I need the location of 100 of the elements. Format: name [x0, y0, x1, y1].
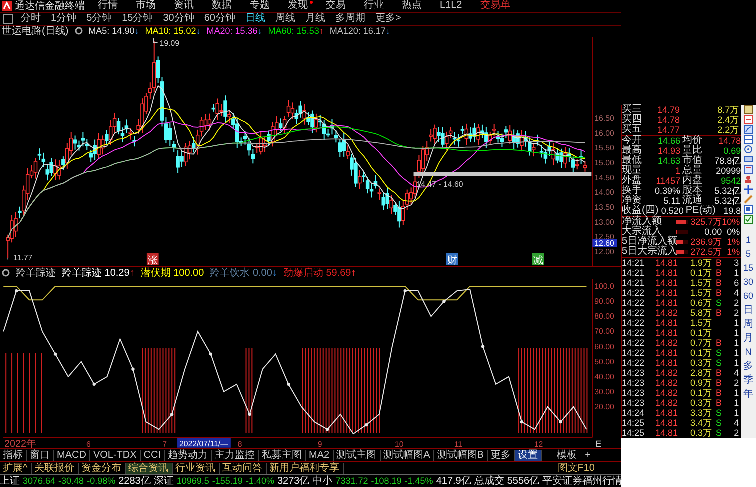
- list-icon[interactable]: [744, 115, 754, 124]
- index-change: -155.19: [212, 476, 243, 486]
- gear-icon[interactable]: [2, 269, 10, 278]
- indicator-tab[interactable]: 趋势动力: [165, 450, 212, 461]
- indicator-tab[interactable]: MACD: [54, 450, 90, 461]
- trade-volume: 2.8万: [689, 368, 712, 378]
- trend-arrow: ↓: [272, 268, 278, 280]
- period-button[interactable]: 周: [744, 318, 754, 331]
- table-icon[interactable]: [744, 135, 754, 144]
- f10-button[interactable]: 图文F10: [558, 461, 595, 475]
- menu-item[interactable]: 热点: [393, 0, 431, 12]
- period-button[interactable]: 季: [744, 374, 754, 387]
- period-tab[interactable]: 5分钟: [82, 14, 118, 24]
- trade-volume: 0.6万: [689, 298, 712, 308]
- template-button[interactable]: +: [581, 450, 595, 461]
- index-value: 3076.64: [23, 476, 56, 486]
- trend-arrow: ↓: [196, 26, 201, 36]
- period-tab[interactable]: 60分钟: [199, 14, 240, 24]
- index-percent: -1.40%: [246, 476, 274, 486]
- indicator-tab[interactable]: VOL-TDX: [90, 450, 141, 461]
- trade-volume: 0.1万: [689, 348, 712, 358]
- period-tab[interactable]: 30分钟: [158, 14, 200, 24]
- trade-count: 2: [733, 308, 740, 318]
- trade-side: S: [714, 348, 723, 358]
- menu-item[interactable]: 行情: [89, 0, 127, 12]
- check-icon[interactable]: [744, 215, 754, 224]
- indicator-tab[interactable]: 测试幅图B: [434, 450, 488, 461]
- trade-side: B: [714, 368, 723, 378]
- menu-item[interactable]: L1L2: [431, 0, 472, 12]
- indicator-tab[interactable]: 测试幅图A: [380, 450, 434, 461]
- period-button[interactable]: 年: [744, 388, 754, 401]
- text-icon[interactable]: [744, 165, 754, 174]
- date-axis-label: 11: [454, 440, 463, 448]
- window-toggle-icon[interactable]: [3, 14, 13, 24]
- period-button[interactable]: 多: [744, 360, 754, 373]
- template-button[interactable]: 模板: [553, 450, 582, 461]
- price-axis-label: 15.00: [594, 158, 614, 168]
- order-volume: 8.7万: [716, 105, 740, 115]
- trade-time: 14:22: [622, 298, 646, 308]
- point: [287, 382, 290, 386]
- indicator-tab[interactable]: MA2: [306, 450, 334, 461]
- period-tab[interactable]: 日线: [240, 14, 270, 24]
- trade-time: 14:22: [622, 338, 646, 348]
- trade-price: 14.81: [654, 278, 678, 288]
- period-button[interactable]: 1: [746, 234, 752, 247]
- period-button[interactable]: 日: [744, 304, 754, 317]
- period-button[interactable]: N: [745, 346, 752, 359]
- menu-item[interactable]: 发现: [279, 0, 317, 12]
- menu-item[interactable]: 行业: [355, 0, 393, 12]
- trade-time: 14:23: [622, 378, 646, 388]
- period-tab[interactable]: 月线: [300, 14, 330, 24]
- frame-icon[interactable]: [744, 205, 754, 214]
- grid-icon[interactable]: [744, 155, 754, 164]
- period-button[interactable]: 5: [746, 248, 752, 261]
- period-tab[interactable]: 1分钟: [46, 14, 82, 24]
- info-tab[interactable]: 综合资讯: [126, 462, 173, 474]
- price-axis-label: 16.50: [594, 114, 614, 123]
- app-name: 通达信金融终端: [15, 0, 85, 12]
- period-button[interactable]: 60: [744, 290, 754, 303]
- indicator-tab[interactable]: 指标: [0, 450, 27, 461]
- window-icon[interactable]: [744, 105, 754, 114]
- indicator-axis-label: 20.00: [594, 402, 614, 412]
- period-tab[interactable]: 15分钟: [117, 14, 158, 24]
- period-button[interactable]: 30: [744, 276, 754, 289]
- period-tab[interactable]: 更多>: [370, 14, 406, 24]
- menu-item[interactable]: 专题: [241, 0, 279, 12]
- period-tab[interactable]: 周线: [270, 14, 300, 24]
- trade-time: 14:25: [622, 418, 646, 428]
- stat-value: 0.520: [661, 206, 684, 216]
- indicator-tab[interactable]: 私募主图: [259, 450, 306, 461]
- stat-value: 5.11: [662, 196, 681, 206]
- stock-title: 世运电路(日线): [2, 24, 69, 38]
- period-tab[interactable]: 分时: [16, 14, 46, 24]
- indicator-axis-label: 100.0: [594, 282, 614, 292]
- menu-item[interactable]: 数据: [203, 0, 241, 12]
- event-marker[interactable]: 涨: [146, 253, 159, 266]
- indicator-tab[interactable]: 设置: [514, 450, 542, 461]
- trade-side: S: [714, 418, 723, 428]
- gear-icon[interactable]: [74, 27, 83, 36]
- stat-label: 市值: [682, 156, 703, 166]
- indicator-tab[interactable]: 测试主图: [334, 450, 381, 461]
- ma-reading: MA10: 15.02↓: [145, 26, 201, 36]
- trade-volume: 1.9万: [689, 258, 712, 268]
- user-icon[interactable]: [744, 175, 754, 184]
- price-axis-label: 12.00: [594, 247, 614, 256]
- period-tab[interactable]: 多周期: [330, 14, 370, 24]
- indicator-tab[interactable]: CCI: [140, 450, 166, 461]
- indicator-tab[interactable]: 主力监控: [212, 450, 260, 461]
- logo-icon: [2, 1, 12, 11]
- trade-time: 14:22: [622, 318, 646, 328]
- event-marker[interactable]: 财: [446, 253, 458, 266]
- move-icon[interactable]: [744, 185, 754, 194]
- indicator-tab[interactable]: 窗口: [27, 450, 54, 461]
- menu-item[interactable]: 资讯: [165, 0, 203, 12]
- period-button[interactable]: 15: [744, 262, 754, 275]
- period-button[interactable]: 月: [744, 332, 754, 345]
- chart-icon[interactable]: [744, 125, 754, 134]
- trade-time: 14:21: [622, 268, 646, 278]
- pencil-icon[interactable]: [744, 195, 754, 204]
- target-icon[interactable]: [744, 145, 754, 154]
